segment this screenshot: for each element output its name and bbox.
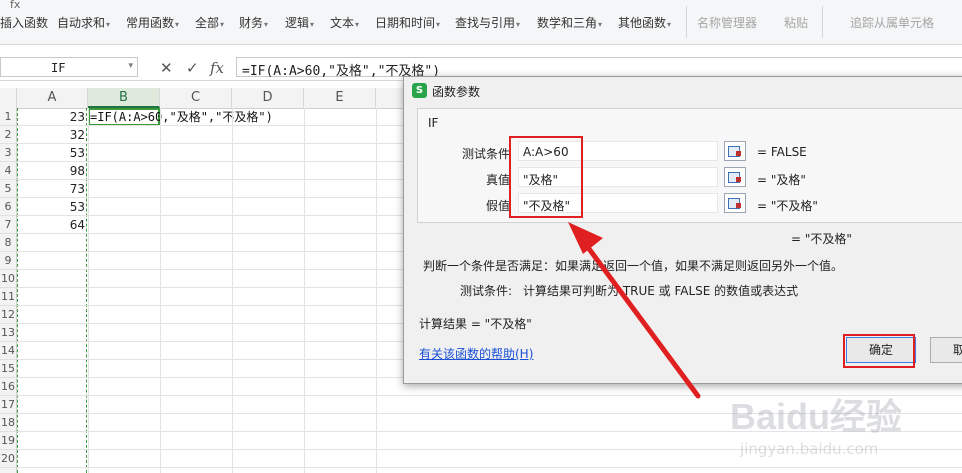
baidu-watermark-logo: Baidu经验 jingyan.baidu.com bbox=[730, 388, 950, 470]
arrow-shaft bbox=[578, 235, 701, 399]
arrow-head bbox=[568, 222, 603, 254]
watermark-brand: Baidu经验 bbox=[730, 396, 903, 437]
watermark-url: jingyan.baidu.com bbox=[740, 440, 879, 458]
